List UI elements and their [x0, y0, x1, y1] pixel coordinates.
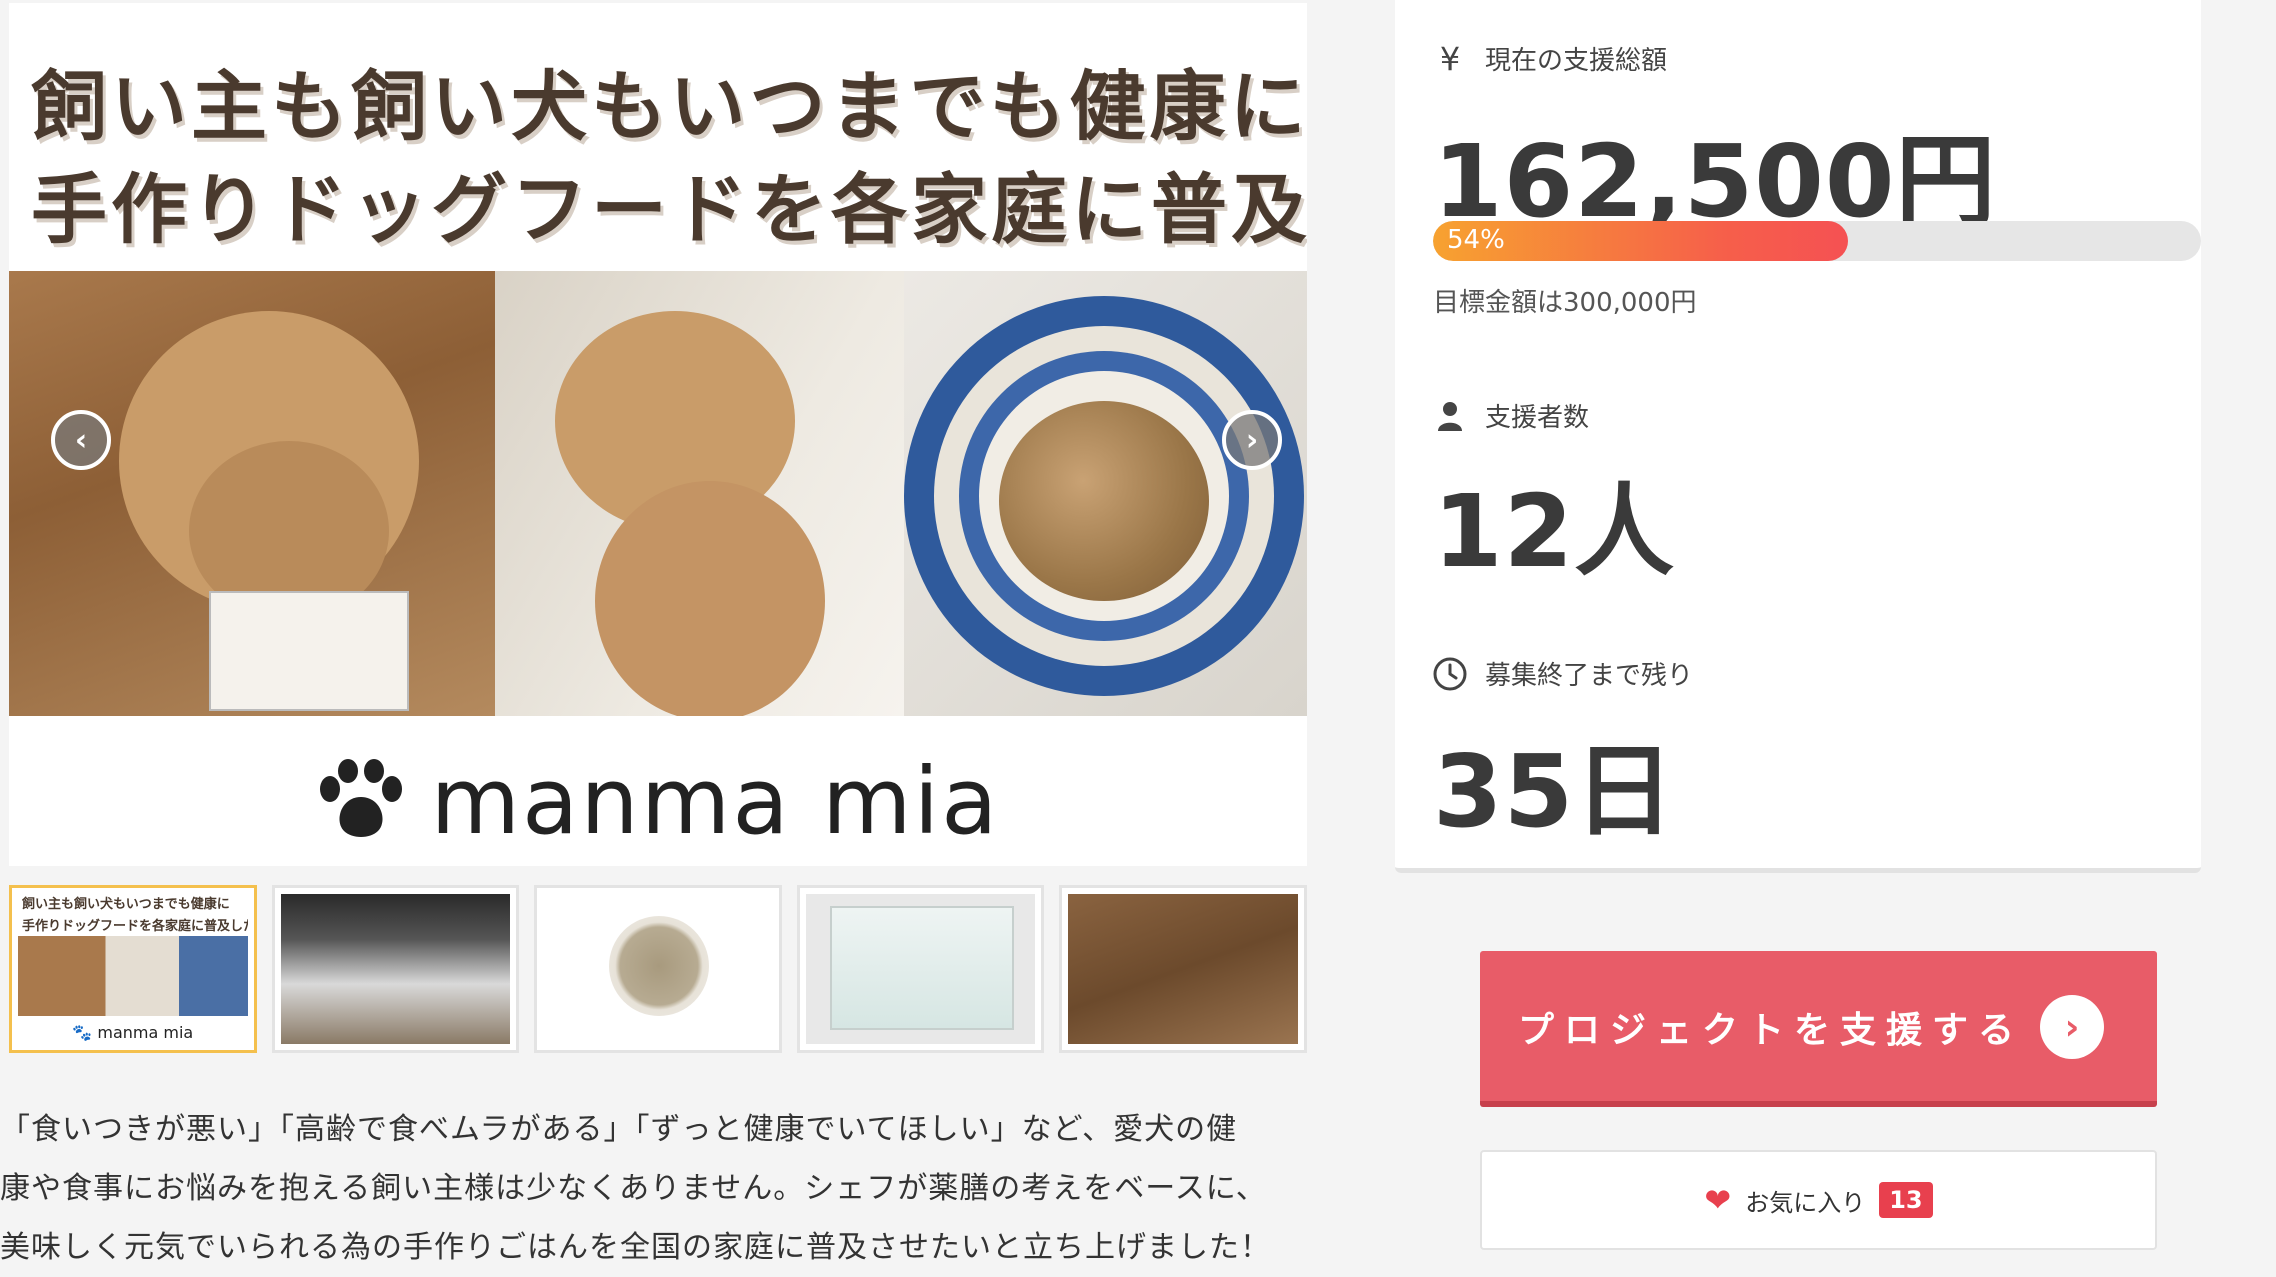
description-line: 「食いつきが悪い」「高齢で食べムラがある」「ずっと健康でいてほしい」など、愛犬の…	[0, 1112, 1238, 1147]
funding-stats-panel: ¥ 現在の支援総額 162,500円 54% 目標金額は300,000円 支援者…	[1395, 0, 2201, 873]
thumbnail-3[interactable]	[534, 885, 782, 1053]
chevron-left-icon: ‹	[74, 422, 88, 458]
support-project-button[interactable]: プロジェクトを支援する ›	[1480, 951, 2157, 1107]
thumbnail-strip: 飼い主も飼い犬もいつまでも健康に 手作りドッグフードを各家庭に普及したい 🐾 m…	[9, 885, 1307, 1053]
hero-title-line1: 飼い主も飼い犬もいつまでも健康に	[31, 62, 1307, 151]
paw-icon: 🐾	[72, 1023, 93, 1042]
hero-carousel: 飼い主も飼い犬もいつまでも健康に 手作りドッグフードを各家庭に普及したい ‹	[9, 3, 1307, 866]
clock-icon	[1433, 657, 1467, 691]
total-amount-label: ¥ 現在の支援総額	[1433, 39, 1667, 78]
user-icon	[1433, 399, 1467, 433]
thumbnail-title-1: 飼い主も飼い犬もいつまでも健康に	[22, 897, 230, 912]
description-line: 美味しく元気でいられる為の手作りごはんを全国の家庭に普及させたいと立ち上げました…	[0, 1230, 1271, 1265]
funding-progress-bar: 54%	[1433, 221, 2201, 261]
chevron-right-icon: ›	[1245, 422, 1259, 458]
favorite-count-badge: 13	[1879, 1182, 1933, 1218]
backers-value: 12人	[1433, 473, 1676, 590]
project-description: 「食いつきが悪い」「高齢で食べムラがある」「ずっと健康でいてほしい」など、愛犬の…	[0, 1100, 1320, 1277]
dog-food-bowl-photo	[904, 271, 1307, 716]
favorite-label: お気に入り	[1745, 1188, 1866, 1217]
carousel-next-button[interactable]: ›	[1222, 410, 1282, 470]
thumbnail-2[interactable]	[271, 885, 520, 1053]
thumbnail-brand: 🐾 manma mia	[72, 1023, 194, 1042]
backers-label: 支援者数	[1433, 397, 1589, 434]
carousel-prev-button[interactable]: ‹	[51, 410, 111, 470]
brand-logo: manma mia	[9, 748, 1307, 861]
goal-amount: 目標金額は300,000円	[1433, 288, 1697, 318]
paw-icon	[316, 754, 406, 861]
description-line: 康や食事にお悩みを抱える飼い主様は少なくありません。シェフが薬膳の考えをベースに…	[0, 1171, 1267, 1206]
thumbnail-4[interactable]	[796, 885, 1045, 1053]
thumbnail-title-2: 手作りドッグフードを各家庭に普及したい	[22, 919, 248, 934]
yen-icon: ¥	[1439, 39, 1461, 78]
chevron-right-circle-icon: ›	[2040, 995, 2104, 1059]
remaining-label: 募集終了まで残り	[1433, 655, 1693, 692]
hero-title-line2: 手作りドッグフードを各家庭に普及したい	[31, 165, 1307, 254]
brand-name: manma mia	[430, 748, 1000, 855]
heart-icon: ❤	[1704, 1181, 1732, 1219]
support-button-label: プロジェクトを支援する	[1518, 1010, 2025, 1051]
favorite-button[interactable]: ❤ お気に入り 13	[1480, 1150, 2157, 1250]
remaining-value: 35日	[1433, 733, 1676, 850]
dog-portrait-photo	[495, 271, 904, 716]
thumbnail-5[interactable]	[1059, 885, 1307, 1053]
hero-photos	[9, 271, 1307, 716]
project-media-column: 飼い主も飼い犬もいつまでも健康に 手作りドッグフードを各家庭に普及したい ‹	[0, 0, 1320, 1265]
thumbnail-1[interactable]: 飼い主も飼い犬もいつまでも健康に 手作りドッグフードを各家庭に普及したい 🐾 m…	[9, 885, 257, 1053]
dog-eating-photo	[9, 271, 495, 716]
progress-percent: 54%	[1447, 225, 1505, 255]
